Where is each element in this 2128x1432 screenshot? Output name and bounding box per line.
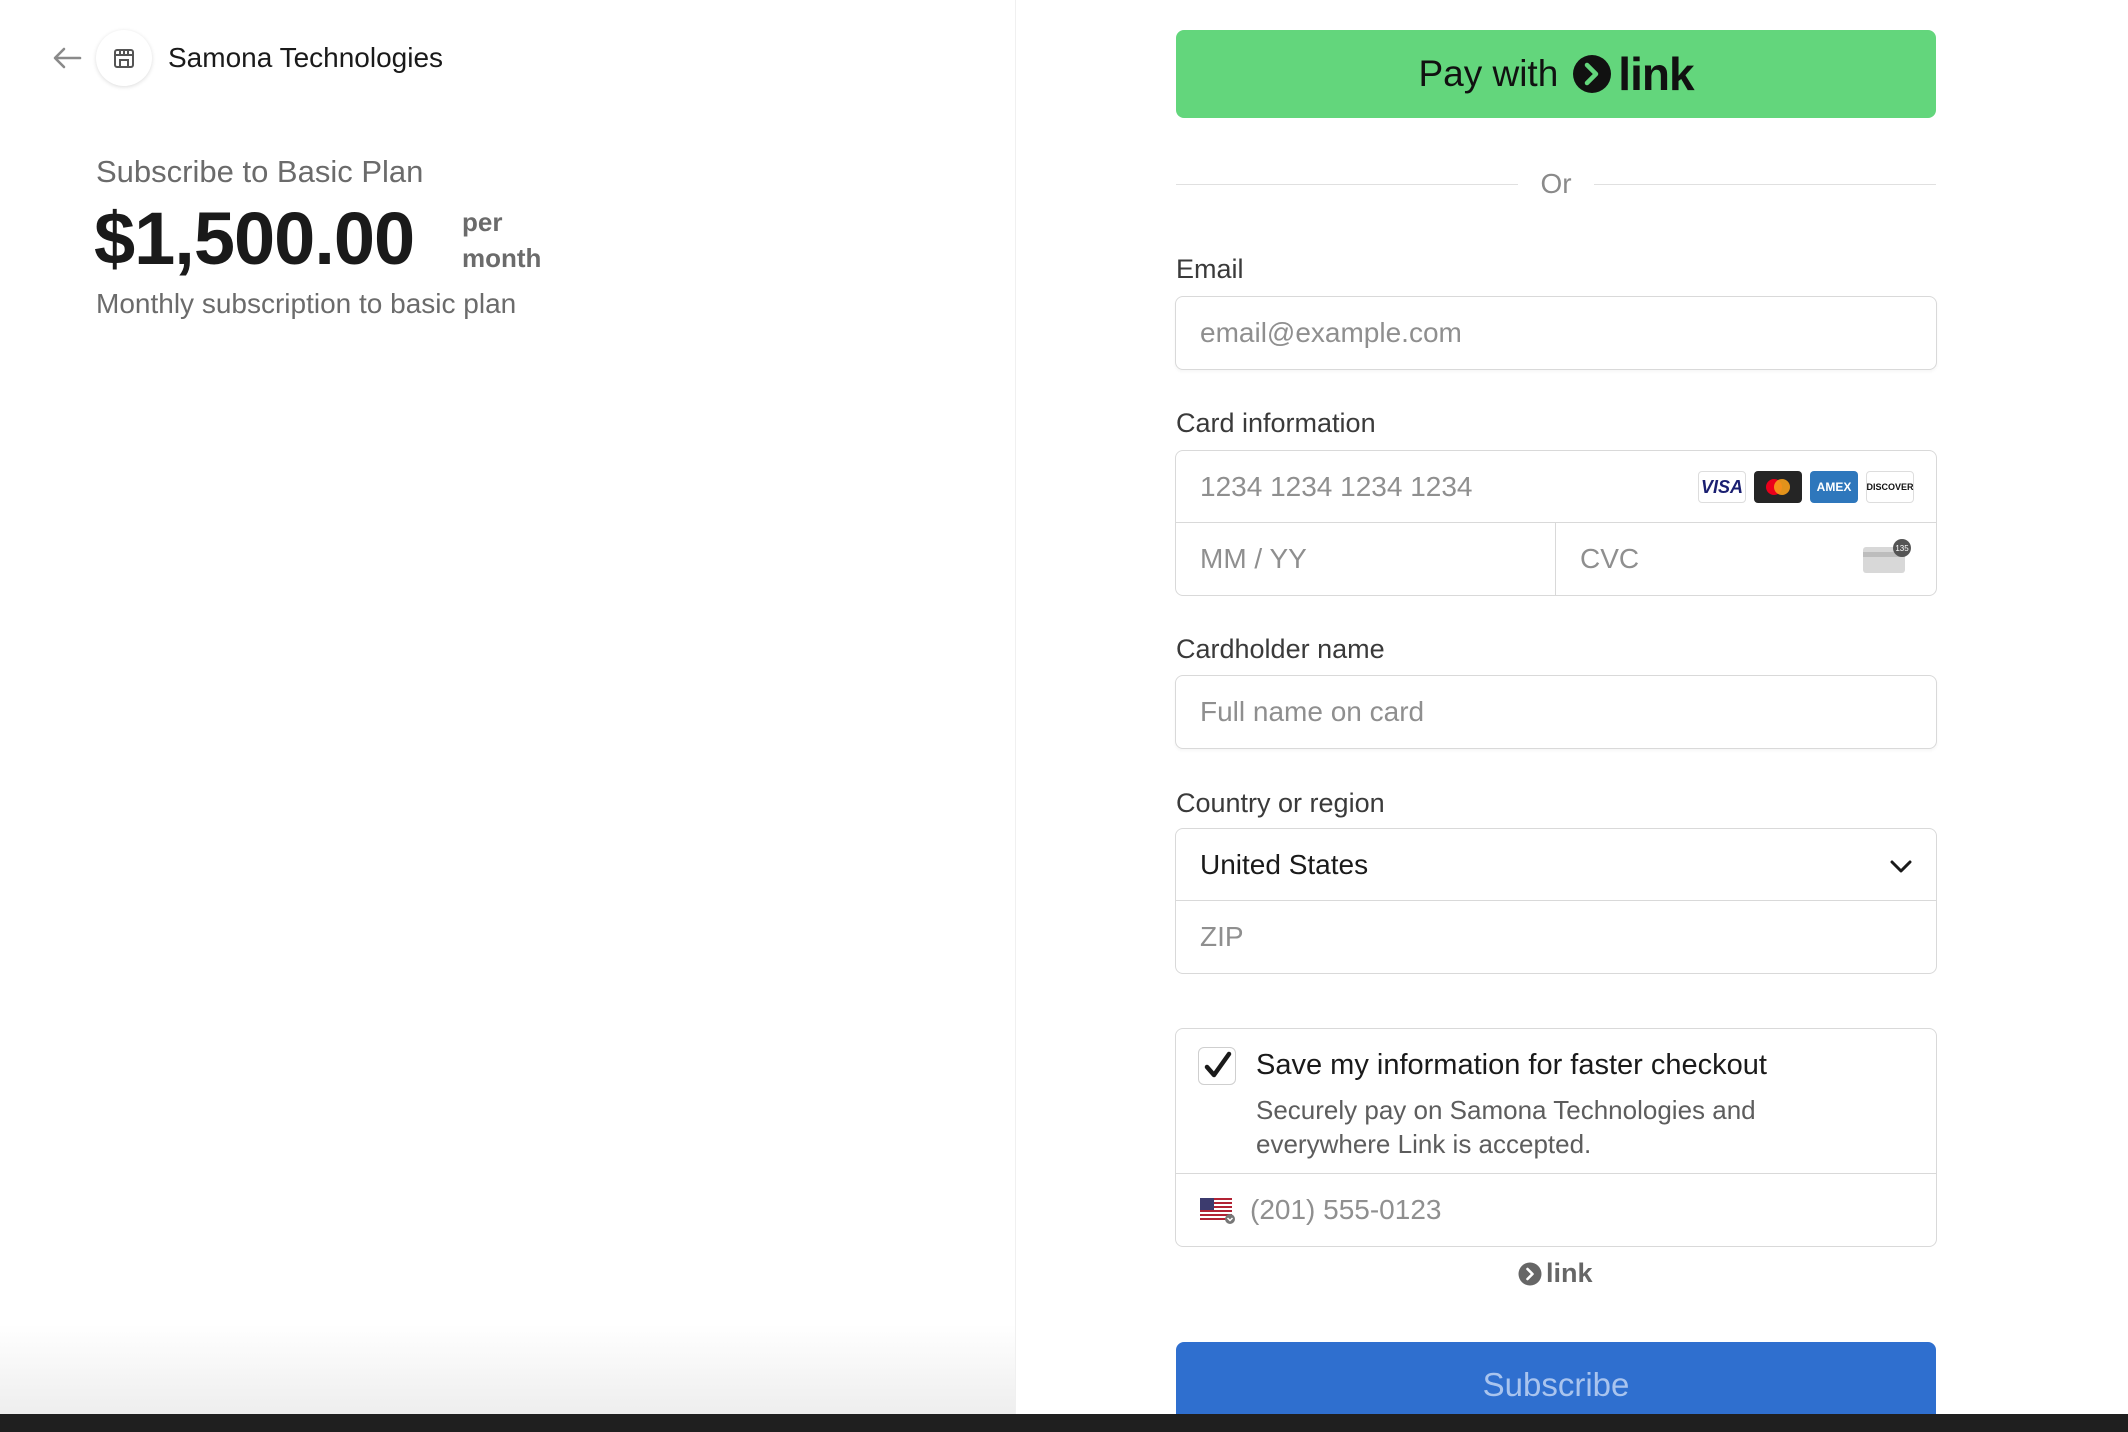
email-field[interactable]: email@example.com [1175, 296, 1937, 370]
subscribe-label: Subscribe [1482, 1366, 1630, 1403]
save-info-box: Save my information for faster checkout … [1175, 1028, 1937, 1247]
zip-placeholder: ZIP [1200, 921, 1244, 952]
phone-field[interactable]: (201) 555-0123 [1176, 1173, 1936, 1247]
card-info-group: 1234 1234 1234 1234 VISA AMEX DISCOVER M… [1175, 450, 1937, 596]
card-number-placeholder: 1234 1234 1234 1234 [1200, 471, 1473, 502]
discover-icon: DISCOVER [1866, 471, 1914, 503]
link-footer-text: link [1546, 1258, 1593, 1288]
link-footer-chevron-icon [1518, 1262, 1542, 1285]
back-arrow-icon[interactable] [52, 46, 82, 70]
save-info-checkbox[interactable] [1198, 1047, 1236, 1085]
save-info-title: Save my information for faster checkout [1256, 1049, 1767, 1081]
card-brands: VISA AMEX DISCOVER [1698, 471, 1914, 503]
billing-period: per month [462, 204, 541, 276]
link-logo: link [1572, 47, 1695, 101]
card-expiry-placeholder: MM / YY [1200, 543, 1307, 574]
zip-field[interactable]: ZIP [1176, 901, 1936, 973]
checkmark-icon [1204, 1051, 1232, 1078]
cvc-badge-text: 135 [1895, 544, 1909, 553]
or-divider: Or [1176, 166, 1937, 202]
link-chevron-icon [1573, 55, 1612, 93]
os-taskbar [0, 1414, 2128, 1432]
country-group: United States ZIP [1175, 828, 1937, 974]
link-footer-logo: link [1518, 1258, 1593, 1289]
card-number-field[interactable]: 1234 1234 1234 1234 VISA AMEX DISCOVER [1176, 451, 1936, 523]
billing-period-line1: per [462, 207, 503, 237]
pay-with-label: Pay with [1418, 53, 1559, 94]
pay-with-link-button[interactable]: Pay with link [1176, 30, 1936, 118]
cvc-card-icon: 135 [1863, 539, 1911, 573]
price-amount: $1,500.00 [94, 197, 415, 280]
mastercard-icon [1754, 471, 1802, 503]
chevron-down-icon [1890, 860, 1912, 873]
us-flag-icon[interactable] [1200, 1198, 1236, 1224]
cardholder-name-field[interactable]: Full name on card [1175, 675, 1937, 749]
visa-icon: VISA [1698, 471, 1746, 503]
merchant-name: Samona Technologies [168, 42, 444, 73]
panel-divider [1015, 0, 1016, 1432]
billing-period-line2: month [462, 243, 542, 273]
or-text: Or [1540, 168, 1572, 199]
amex-icon: AMEX [1810, 471, 1858, 503]
country-select[interactable]: United States [1176, 829, 1936, 901]
card-cvc-placeholder: CVC [1580, 543, 1640, 574]
product-description: Monthly subscription to basic plan [96, 288, 517, 319]
card-expiry-field[interactable]: MM / YY [1176, 523, 1556, 595]
email-label: Email [1176, 254, 1244, 284]
save-info-subtitle: Securely pay on Samona Technologies and … [1256, 1095, 1756, 1159]
country-selected-value: United States [1200, 849, 1369, 880]
email-placeholder: email@example.com [1200, 317, 1462, 348]
cardholder-label: Cardholder name [1176, 634, 1385, 664]
country-label: Country or region [1176, 788, 1385, 818]
store-icon [96, 30, 152, 86]
phone-placeholder: (201) 555-0123 [1250, 1194, 1442, 1225]
card-info-label: Card information [1176, 408, 1376, 438]
cardholder-placeholder: Full name on card [1200, 696, 1425, 727]
order-summary-panel: Samona Technologies Subscribe to Basic P… [0, 0, 1015, 1432]
or-line-left [1176, 183, 1519, 185]
or-line-right [1593, 183, 1937, 185]
panel-fade [0, 1324, 1015, 1414]
card-cvc-field[interactable]: CVC 135 [1556, 523, 1936, 595]
product-title: Subscribe to Basic Plan [96, 154, 424, 189]
link-brand-text: link [1618, 48, 1694, 100]
